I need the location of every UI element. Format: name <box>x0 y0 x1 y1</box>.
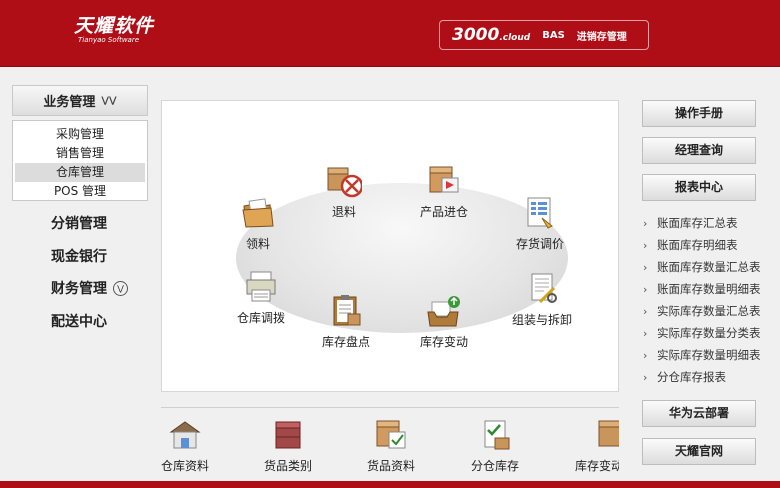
logo-en: Tianyao Software <box>78 36 140 44</box>
submenu-item-purchase[interactable]: 采购管理 <box>15 125 145 144</box>
report-link[interactable]: › 账面库存数量汇总表 <box>643 259 761 275</box>
sidebar-item-distribution[interactable]: 分销管理 <box>51 213 107 233</box>
sidebar-finance-label: 财务管理 <box>51 281 107 297</box>
logo-cn: 天耀软件 <box>74 15 155 37</box>
report-link-label: 账面库存数量汇总表 <box>657 260 761 274</box>
item-stock-change[interactable]: 库存变动 <box>420 294 468 350</box>
bottom-item-goods-data-label: 货品资料 <box>367 459 416 473</box>
bottom-item-stock-change[interactable]: 库存变动 <box>575 418 619 474</box>
chevron-right-icon: › <box>643 349 648 362</box>
report-link[interactable]: › 账面库存数量明细表 <box>643 281 761 297</box>
box-with-cross-icon <box>326 164 364 198</box>
submenu-item-sales[interactable]: 销售管理 <box>15 144 145 163</box>
report-link[interactable]: › 账面库存汇总表 <box>643 215 738 231</box>
huawei-cloud-button[interactable]: 华为云部署 <box>642 400 756 427</box>
clipboard-icon <box>328 294 364 328</box>
product-name: 进销存管理 <box>576 31 627 43</box>
sidebar-business-label: 业务管理 <box>43 95 96 110</box>
item-material-pick-label: 领料 <box>245 237 270 251</box>
item-warehouse-transfer-label: 仓库调拨 <box>237 311 286 325</box>
item-assembly-disassembly-label: 组装与拆卸 <box>512 313 573 327</box>
submenu-item-warehouse[interactable]: 仓库管理 <box>15 163 145 182</box>
submenu-item-pos[interactable]: POS 管理 <box>15 182 145 201</box>
report-link[interactable]: › 分仓库存报表 <box>643 369 726 385</box>
circle-chevron-down-icon: ⋁ <box>113 281 128 296</box>
report-center-button[interactable]: 报表中心 <box>642 174 756 201</box>
sidebar-business-header[interactable]: 业务管理 ⋁⋁ <box>12 85 148 116</box>
report-link-label: 实际库存数量分类表 <box>657 326 761 340</box>
report-link[interactable]: › 实际库存数量分类表 <box>643 325 761 341</box>
item-product-inbound[interactable]: 产品进仓 <box>420 164 468 220</box>
item-stock-count-label: 库存盘点 <box>322 335 371 349</box>
chevron-right-icon: › <box>643 305 648 318</box>
manager-query-button[interactable]: 经理查询 <box>642 137 756 164</box>
bottom-item-goods-category-label: 货品类别 <box>264 459 313 473</box>
document-with-tools-icon <box>524 272 560 306</box>
bottom-item-goods-category[interactable]: 货品类别 <box>264 418 312 474</box>
item-material-pick[interactable]: 领料 <box>240 196 276 252</box>
box-icon <box>595 418 619 452</box>
item-stock-count[interactable]: 库存盘点 <box>322 294 370 350</box>
folder-icon <box>240 196 276 230</box>
product-cloud: .cloud <box>499 33 531 43</box>
chevron-right-icon: › <box>643 327 648 340</box>
spreadsheet-icon <box>522 196 558 230</box>
sidebar-submenu: 采购管理 销售管理 仓库管理 POS 管理 <box>12 120 148 201</box>
printer-icon <box>243 270 279 304</box>
checklist-icon <box>477 418 513 452</box>
manual-button[interactable]: 操作手册 <box>642 100 756 127</box>
product-badge: 3000 .cloud BAS 进销存管理 <box>439 20 649 50</box>
inbox-tray-icon <box>426 294 462 328</box>
app-header: 天耀软件 Tianyao Software 3000 .cloud BAS 进销… <box>0 0 780 67</box>
item-return-goods-label: 退料 <box>331 205 356 219</box>
item-stock-change-label: 库存变动 <box>420 335 469 349</box>
footer-bar <box>0 481 780 488</box>
official-site-button[interactable]: 天耀官网 <box>642 438 756 465</box>
report-link-label: 实际库存数量汇总表 <box>657 304 761 318</box>
item-stock-adjust-price-label: 存货调价 <box>516 237 565 251</box>
sidebar-item-cash-bank[interactable]: 现金银行 <box>51 246 107 266</box>
brand-logo: 天耀软件 Tianyao Software <box>74 16 154 45</box>
report-link-label: 分仓库存报表 <box>657 370 726 384</box>
bottom-item-warehouse-data-label: 仓库资料 <box>161 459 210 473</box>
bottom-item-branch-stock-label: 分仓库存 <box>471 459 520 473</box>
item-assembly-disassembly[interactable]: 组装与拆卸 <box>512 272 572 328</box>
item-return-goods[interactable]: 退料 <box>326 164 364 220</box>
report-link[interactable]: › 账面库存明细表 <box>643 237 738 253</box>
item-stock-adjust-price[interactable]: 存货调价 <box>516 196 564 252</box>
bottom-item-warehouse-data[interactable]: 仓库资料 <box>161 418 209 474</box>
double-chevron-down-icon: ⋁⋁ <box>101 95 117 106</box>
chevron-right-icon: › <box>643 217 648 230</box>
product-bas: BAS <box>542 29 565 41</box>
box-with-check-icon <box>373 418 409 452</box>
report-link-label: 账面库存明细表 <box>657 238 738 252</box>
report-link[interactable]: › 实际库存数量明细表 <box>643 347 761 363</box>
sidebar-item-finance[interactable]: 财务管理 ⋁ <box>51 278 128 298</box>
item-warehouse-transfer[interactable]: 仓库调拨 <box>237 270 285 326</box>
bottom-item-branch-stock[interactable]: 分仓库存 <box>471 418 519 474</box>
report-link[interactable]: › 实际库存数量汇总表 <box>643 303 761 319</box>
chevron-right-icon: › <box>643 261 648 274</box>
item-product-inbound-label: 产品进仓 <box>420 205 469 219</box>
sidebar-item-delivery[interactable]: 配送中心 <box>51 311 107 331</box>
chevron-right-icon: › <box>643 371 648 384</box>
warehouse-building-icon <box>167 418 203 452</box>
chevron-right-icon: › <box>643 283 648 296</box>
report-link-label: 实际库存数量明细表 <box>657 348 761 362</box>
product-number: 3000 <box>452 25 500 45</box>
boxes-icon <box>270 418 306 452</box>
bottom-item-goods-data[interactable]: 货品资料 <box>367 418 415 474</box>
report-link-label: 账面库存汇总表 <box>657 216 738 230</box>
bottom-item-stock-change-label: 库存变动 <box>575 459 619 473</box>
chevron-right-icon: › <box>643 239 648 252</box>
box-with-arrow-icon <box>426 164 462 198</box>
report-link-label: 账面库存数量明细表 <box>657 282 761 296</box>
